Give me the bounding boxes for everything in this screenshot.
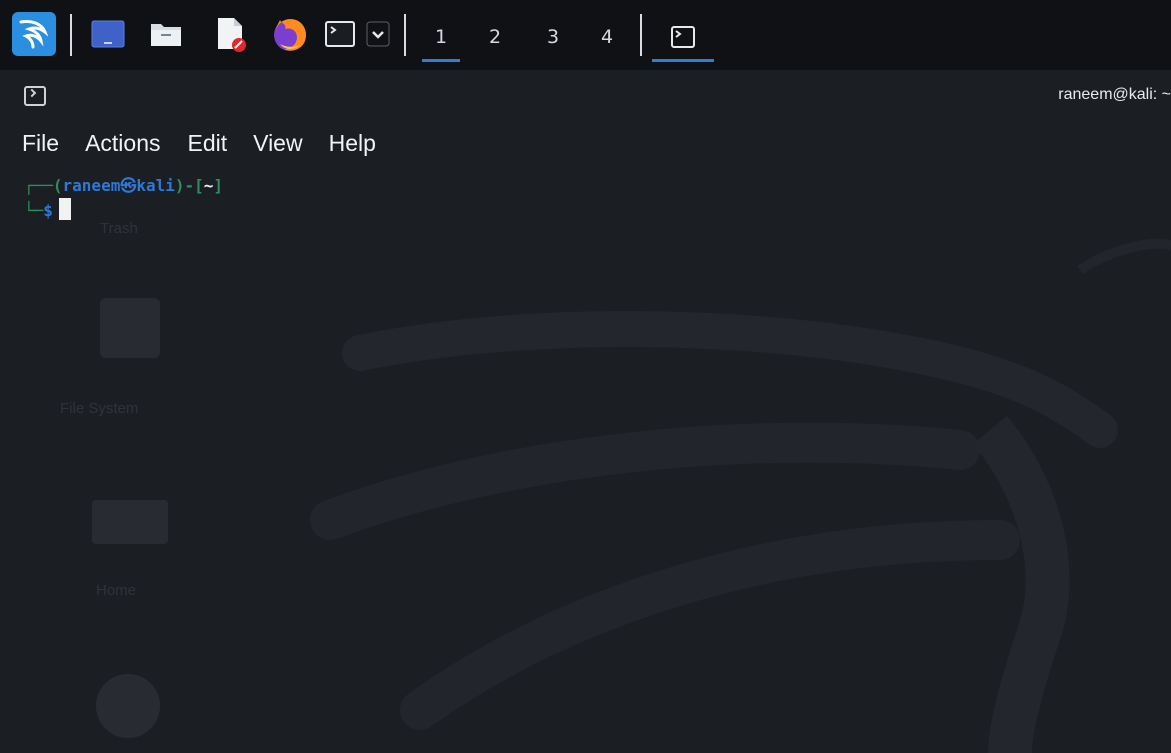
top-panel: 1 2 3 4: [0, 0, 1171, 70]
show-desktop-icon[interactable]: [86, 10, 130, 58]
taskbar-terminal-button[interactable]: [652, 12, 714, 62]
menu-bar: File Actions Edit View Help: [22, 130, 402, 157]
prompt-path-open: )-[: [174, 176, 204, 195]
wallpaper-dragon: [0, 70, 1171, 753]
prompt-host: kali: [136, 176, 175, 195]
terminal-window-icon: [671, 26, 695, 48]
text-cursor: [58, 198, 71, 220]
panel-separator: [640, 14, 642, 56]
firefox-icon[interactable]: [266, 10, 314, 58]
terminal-launcher-icon[interactable]: [322, 10, 358, 58]
menu-file[interactable]: File: [22, 130, 59, 157]
panel-separator: [70, 14, 72, 56]
prompt-line-1: ┌──(raneem㉿kali)-[~]: [24, 174, 223, 198]
prompt-path: ~: [203, 176, 214, 195]
desktop-filesystem-icon: [100, 298, 160, 358]
prompt-dollar: $: [43, 201, 53, 220]
desktop-home-icon: [92, 500, 168, 544]
desktop-home-label: Home: [96, 582, 137, 599]
desktop-filesystem-label: File System: [60, 400, 139, 417]
workspace-2-button[interactable]: 2: [476, 12, 514, 62]
workspace-1-button[interactable]: 1: [422, 12, 460, 62]
menu-view[interactable]: View: [253, 130, 302, 157]
panel-separator: [404, 14, 406, 56]
menu-edit[interactable]: Edit: [188, 130, 228, 157]
file-manager-icon[interactable]: [144, 10, 188, 58]
prompt-at-symbol: ㉿: [120, 176, 137, 195]
prompt-corner-top: ┌──(: [24, 176, 63, 195]
prompt-path-close: ]: [213, 176, 224, 195]
menu-help[interactable]: Help: [329, 130, 376, 157]
terminal-window: File System Home Trash raneem@kali: ~ Fi…: [0, 70, 1171, 753]
desktop-cd-icon: [96, 674, 160, 738]
kali-menu-icon[interactable]: [10, 10, 58, 58]
window-titlebar[interactable]: raneem@kali: ~: [0, 70, 1171, 122]
prompt-user: raneem: [62, 176, 121, 195]
workspace-4-button[interactable]: 4: [588, 12, 626, 62]
workspace-3-button[interactable]: 3: [534, 12, 572, 62]
prompt-corner-bottom: └─: [24, 201, 44, 220]
window-title: raneem@kali: ~: [1058, 86, 1171, 103]
prompt-line-2: └─$: [24, 198, 223, 222]
desktop-trash-label: Trash: [100, 220, 138, 237]
menu-actions[interactable]: Actions: [85, 130, 160, 157]
text-editor-icon[interactable]: [208, 10, 252, 58]
terminal-output[interactable]: ┌──(raneem㉿kali)-[~] └─$: [24, 174, 223, 222]
terminal-window-icon: [24, 86, 46, 106]
chevron-down-icon[interactable]: [364, 10, 392, 58]
